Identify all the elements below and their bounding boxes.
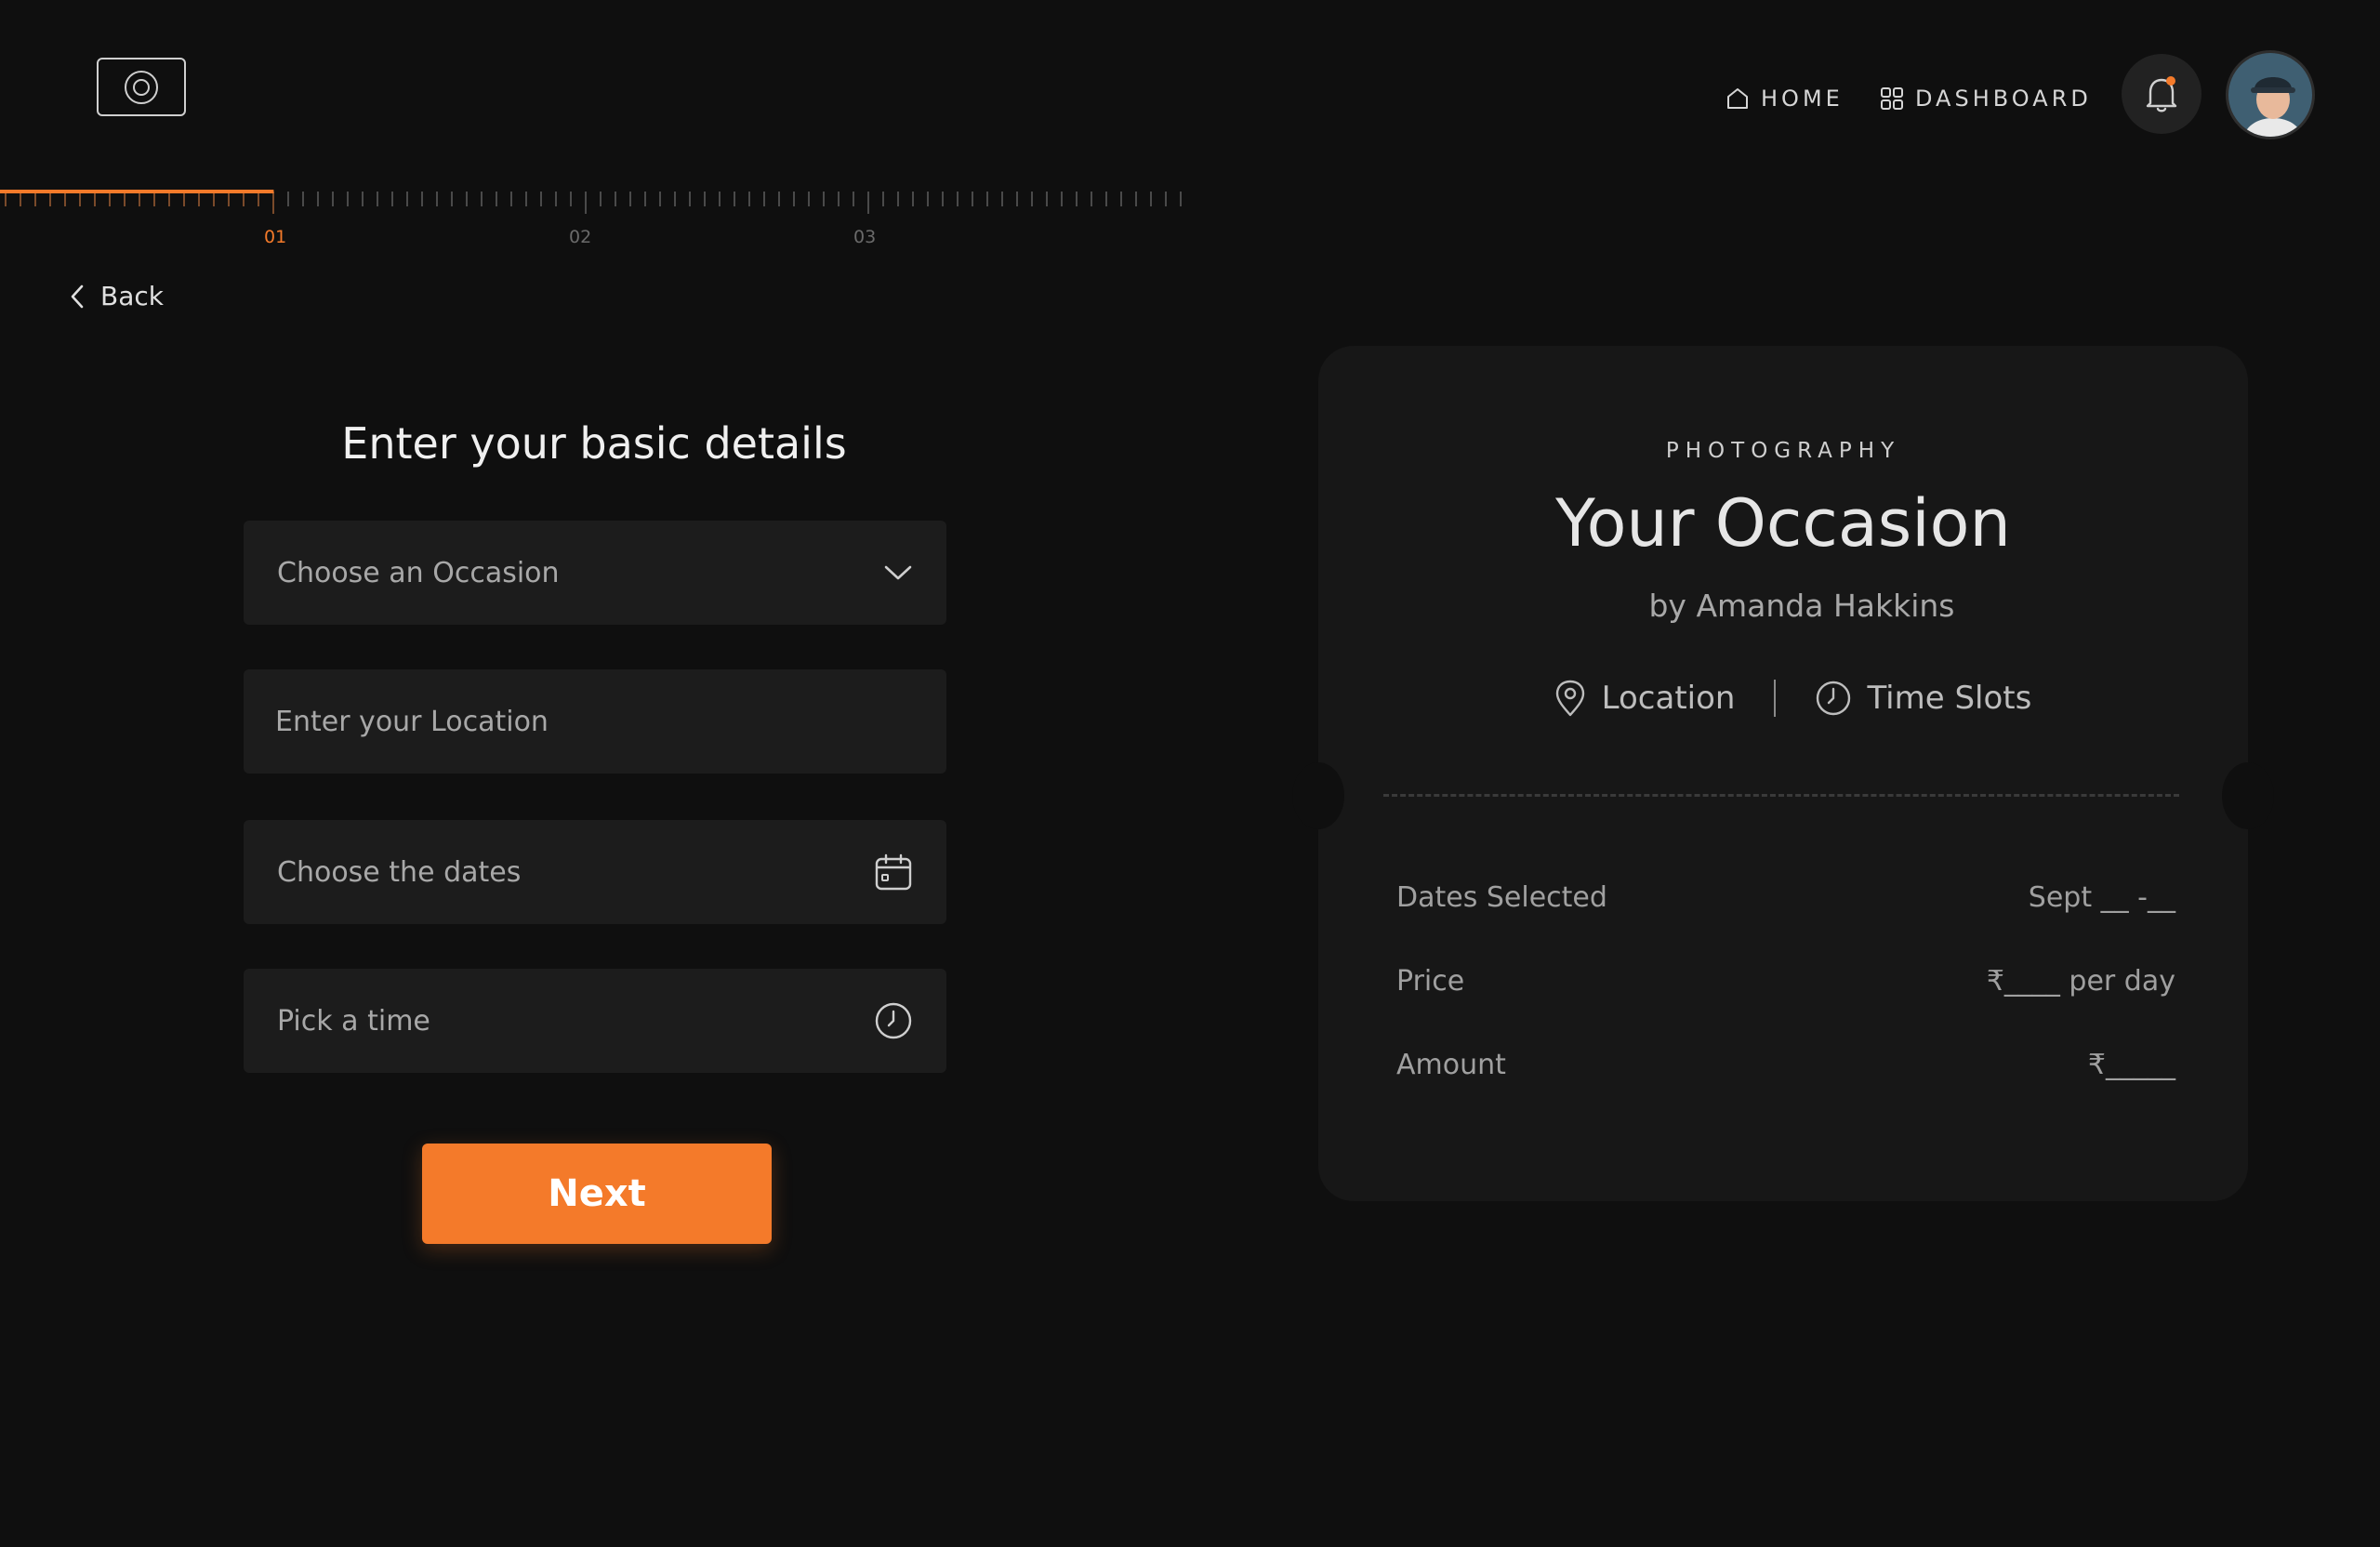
card-byline: by Amanda Hakkins: [1648, 588, 1955, 624]
summary-label: Amount: [1396, 1049, 1506, 1081]
meta-divider: [1774, 680, 1777, 717]
dates-placeholder: Choose the dates: [277, 855, 522, 889]
map-pin-icon: [1555, 680, 1584, 717]
chevron-left-icon: [71, 284, 84, 308]
step-progress-ruler: [0, 190, 1182, 214]
step-number-3[interactable]: 03: [853, 227, 876, 247]
home-icon: [1727, 88, 1748, 109]
chevron-down-icon[interactable]: [883, 563, 913, 582]
summary-value: ₹_____: [2087, 1049, 2175, 1081]
nav-home-label: HOME: [1761, 86, 1844, 112]
occasion-select[interactable]: Choose an Occasion: [244, 521, 946, 625]
card-category: PHOTOGRAPHY: [1665, 439, 1901, 463]
card-time-slots-label: Time Slots: [1867, 680, 2032, 717]
card-location: Location: [1554, 679, 1736, 718]
clock-icon: [1817, 681, 1851, 716]
card-notch-right: [2222, 762, 2274, 829]
summary-label: Price: [1396, 965, 1465, 998]
card-divider: [1383, 794, 2179, 797]
camera-lens-icon: [125, 70, 158, 104]
nav-dashboard[interactable]: DASHBOARD: [1880, 82, 2092, 115]
nav-home[interactable]: HOME: [1726, 82, 1844, 115]
summary-row-dates: Dates Selected Sept __ -__: [1396, 881, 2175, 914]
card-title: Your Occasion: [1555, 485, 2011, 562]
avatar-image: [2228, 53, 2312, 137]
avatar[interactable]: [2226, 50, 2315, 139]
clock-icon[interactable]: [874, 1001, 913, 1040]
summary-row-price: Price ₹____ per day: [1396, 965, 2175, 998]
time-field[interactable]: Pick a time: [244, 969, 946, 1073]
card-meta: Location Time Slots: [1318, 679, 2248, 718]
notification-dot: [2166, 76, 2175, 86]
step-number-2[interactable]: 02: [569, 227, 591, 247]
step-number-1[interactable]: 01: [264, 227, 286, 247]
time-placeholder: Pick a time: [277, 1004, 430, 1038]
booking-summary-card: PHOTOGRAPHY Your Occasion by Amanda Hakk…: [1292, 346, 2274, 1201]
back-button[interactable]: Back: [69, 281, 164, 311]
summary-value: ₹____ per day: [1986, 965, 2175, 998]
summary-label: Dates Selected: [1396, 881, 1607, 914]
form-title: Enter your basic details: [341, 418, 847, 469]
card-notch-left: [1292, 762, 1344, 829]
summary-row-amount: Amount ₹_____: [1396, 1049, 2175, 1081]
grid-icon: [1881, 87, 1903, 110]
nav-dashboard-label: DASHBOARD: [1915, 86, 2092, 112]
card-time-slots: Time Slots: [1815, 680, 2031, 717]
location-input[interactable]: [275, 705, 913, 738]
calendar-icon[interactable]: [874, 853, 913, 892]
occasion-placeholder: Choose an Occasion: [277, 556, 560, 589]
back-label: Back: [100, 281, 164, 311]
notifications-button[interactable]: [2122, 54, 2202, 134]
location-field[interactable]: [244, 669, 946, 774]
app-logo[interactable]: [97, 58, 186, 116]
summary-value: Sept __ -__: [2028, 881, 2175, 914]
card-location-label: Location: [1601, 680, 1736, 717]
dates-field[interactable]: Choose the dates: [244, 820, 946, 924]
next-button[interactable]: Next: [422, 1144, 772, 1244]
progress-fill: [0, 190, 274, 193]
